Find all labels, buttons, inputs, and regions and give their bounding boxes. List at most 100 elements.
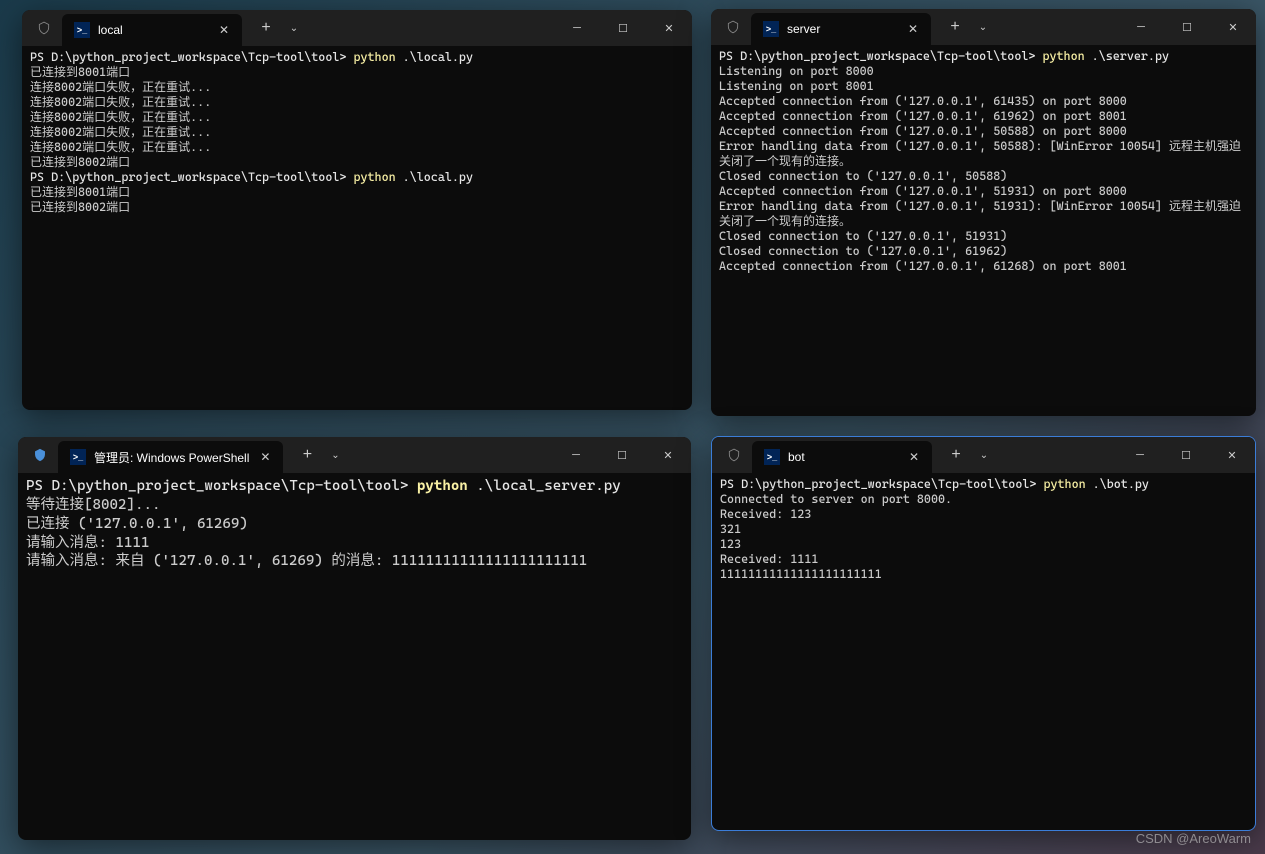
terminal-output[interactable]: PS D:\python_project_workspace\Tcp-tool\…	[18, 473, 691, 840]
output-line: 11111111111111111111111	[720, 567, 882, 581]
output-line: Accepted connection from ('127.0.0.1', 5…	[719, 124, 1127, 138]
output-line: Error handling data from ('127.0.0.1', 5…	[719, 199, 1241, 228]
tab-dropdown-button[interactable]: ⌄	[323, 441, 347, 469]
powershell-icon: >_	[70, 449, 86, 465]
tab-title: server	[787, 22, 897, 36]
output-line: 连接8002端口失败，正在重试...	[30, 140, 211, 154]
terminal-output[interactable]: PS D:\python_project_workspace\Tcp-tool\…	[712, 473, 1255, 830]
output-line: Received: 1111	[720, 552, 818, 566]
close-window-button[interactable]: ✕	[645, 437, 691, 473]
output-line: 连接8002端口失败，正在重试...	[30, 95, 211, 109]
maximize-button[interactable]: ☐	[600, 10, 646, 46]
output-line: 已连接 ('127.0.0.1', 61269)	[26, 516, 248, 532]
shield-icon	[36, 20, 52, 36]
close-window-button[interactable]: ✕	[1210, 9, 1256, 45]
tab-title: bot	[788, 450, 898, 464]
tab-title: local	[98, 23, 208, 37]
terminal-window-admin: >_ 管理员: Windows PowerShell ✕ + ⌄ ─ ☐ ✕ P…	[18, 437, 691, 840]
output-line: Received: 123	[720, 507, 811, 521]
command-binary: python	[353, 50, 395, 64]
output-line: 已连接到8002端口	[30, 155, 130, 169]
tab-local[interactable]: >_ local ✕	[62, 14, 242, 46]
output-line: Accepted connection from ('127.0.0.1', 6…	[719, 109, 1127, 123]
output-line: Accepted connection from ('127.0.0.1', 5…	[719, 184, 1127, 198]
powershell-icon: >_	[763, 21, 779, 37]
output-line: 请输入消息: 来自 ('127.0.0.1', 61269) 的消息: 1111…	[26, 553, 587, 569]
new-tab-button[interactable]: +	[291, 441, 323, 469]
minimize-button[interactable]: ─	[554, 10, 600, 46]
powershell-icon: >_	[764, 449, 780, 465]
tab-server[interactable]: >_ server ✕	[751, 13, 931, 45]
command-arg: .\local.py	[396, 170, 473, 184]
close-tab-button[interactable]: ✕	[216, 22, 232, 38]
output-line: 已连接到8001端口	[30, 65, 130, 79]
command-arg: .\local.py	[396, 50, 473, 64]
output-line: 321	[720, 522, 741, 536]
output-line: 请输入消息: 1111	[26, 535, 149, 551]
titlebar[interactable]: >_ server ✕ + ⌄ ─ ☐ ✕	[711, 9, 1256, 45]
terminal-window-local: >_ local ✕ + ⌄ ─ ☐ ✕ PS D:\python_projec…	[22, 10, 692, 410]
output-line: Listening on port 8001	[719, 79, 874, 93]
titlebar[interactable]: >_ local ✕ + ⌄ ─ ☐ ✕	[22, 10, 692, 46]
output-line: 123	[720, 537, 741, 551]
tab-dropdown-button[interactable]: ⌄	[972, 441, 996, 469]
window-controls: ─ ☐ ✕	[1118, 9, 1256, 45]
output-line: Error handling data from ('127.0.0.1', 5…	[719, 139, 1241, 168]
new-tab-button[interactable]: +	[939, 13, 971, 41]
terminal-window-server: >_ server ✕ + ⌄ ─ ☐ ✕ PS D:\python_proje…	[711, 9, 1256, 416]
tab-admin-powershell[interactable]: >_ 管理员: Windows PowerShell ✕	[58, 441, 283, 473]
output-line: Closed connection to ('127.0.0.1', 61962…	[719, 244, 1007, 258]
output-line: 连接8002端口失败，正在重试...	[30, 125, 211, 139]
maximize-button[interactable]: ☐	[1163, 437, 1209, 473]
minimize-button[interactable]: ─	[1117, 437, 1163, 473]
window-controls: ─ ☐ ✕	[553, 437, 691, 473]
command-binary: python	[417, 478, 468, 494]
powershell-icon: >_	[74, 22, 90, 38]
output-line: 连接8002端口失败，正在重试...	[30, 110, 211, 124]
minimize-button[interactable]: ─	[1118, 9, 1164, 45]
command-binary: python	[1043, 477, 1085, 491]
titlebar[interactable]: >_ bot ✕ + ⌄ ─ ☐ ✕	[712, 437, 1255, 473]
tab-dropdown-button[interactable]: ⌄	[971, 13, 995, 41]
watermark: CSDN @AreoWarm	[1136, 831, 1251, 846]
minimize-button[interactable]: ─	[553, 437, 599, 473]
tab-bot[interactable]: >_ bot ✕	[752, 441, 932, 473]
terminal-window-bot: >_ bot ✕ + ⌄ ─ ☐ ✕ PS D:\python_project_…	[711, 436, 1256, 831]
shield-icon	[725, 19, 741, 35]
close-window-button[interactable]: ✕	[646, 10, 692, 46]
output-line: Closed connection to ('127.0.0.1', 51931…	[719, 229, 1007, 243]
prompt: PS D:\python_project_workspace\Tcp-tool\…	[30, 170, 353, 184]
output-line: Listening on port 8000	[719, 64, 874, 78]
command-arg: .\server.py	[1085, 49, 1169, 63]
window-controls: ─ ☐ ✕	[554, 10, 692, 46]
window-controls: ─ ☐ ✕	[1117, 437, 1255, 473]
new-tab-button[interactable]: +	[250, 14, 282, 42]
shield-icon	[32, 447, 48, 463]
maximize-button[interactable]: ☐	[1164, 9, 1210, 45]
output-line: Closed connection to ('127.0.0.1', 50588…	[719, 169, 1007, 183]
tab-dropdown-button[interactable]: ⌄	[282, 14, 306, 42]
close-tab-button[interactable]: ✕	[905, 21, 921, 37]
output-line: 等待连接[8002]...	[26, 497, 160, 513]
prompt: PS D:\python_project_workspace\Tcp-tool\…	[26, 478, 417, 494]
titlebar[interactable]: >_ 管理员: Windows PowerShell ✕ + ⌄ ─ ☐ ✕	[18, 437, 691, 473]
close-window-button[interactable]: ✕	[1209, 437, 1255, 473]
maximize-button[interactable]: ☐	[599, 437, 645, 473]
new-tab-button[interactable]: +	[940, 441, 972, 469]
prompt: PS D:\python_project_workspace\Tcp-tool\…	[720, 477, 1043, 491]
prompt: PS D:\python_project_workspace\Tcp-tool\…	[30, 50, 353, 64]
terminal-output[interactable]: PS D:\python_project_workspace\Tcp-tool\…	[22, 46, 692, 410]
output-line: 已连接到8002端口	[30, 200, 130, 214]
command-arg: .\local_server.py	[468, 478, 621, 494]
tab-title: 管理员: Windows PowerShell	[94, 449, 249, 466]
close-tab-button[interactable]: ✕	[257, 449, 273, 465]
command-binary: python	[1042, 49, 1084, 63]
terminal-output[interactable]: PS D:\python_project_workspace\Tcp-tool\…	[711, 45, 1256, 416]
command-arg: .\bot.py	[1086, 477, 1149, 491]
close-tab-button[interactable]: ✕	[906, 449, 922, 465]
prompt: PS D:\python_project_workspace\Tcp-tool\…	[719, 49, 1042, 63]
shield-icon	[726, 447, 742, 463]
output-line: Connected to server on port 8000.	[720, 492, 952, 506]
output-line: Accepted connection from ('127.0.0.1', 6…	[719, 94, 1127, 108]
output-line: 连接8002端口失败，正在重试...	[30, 80, 211, 94]
